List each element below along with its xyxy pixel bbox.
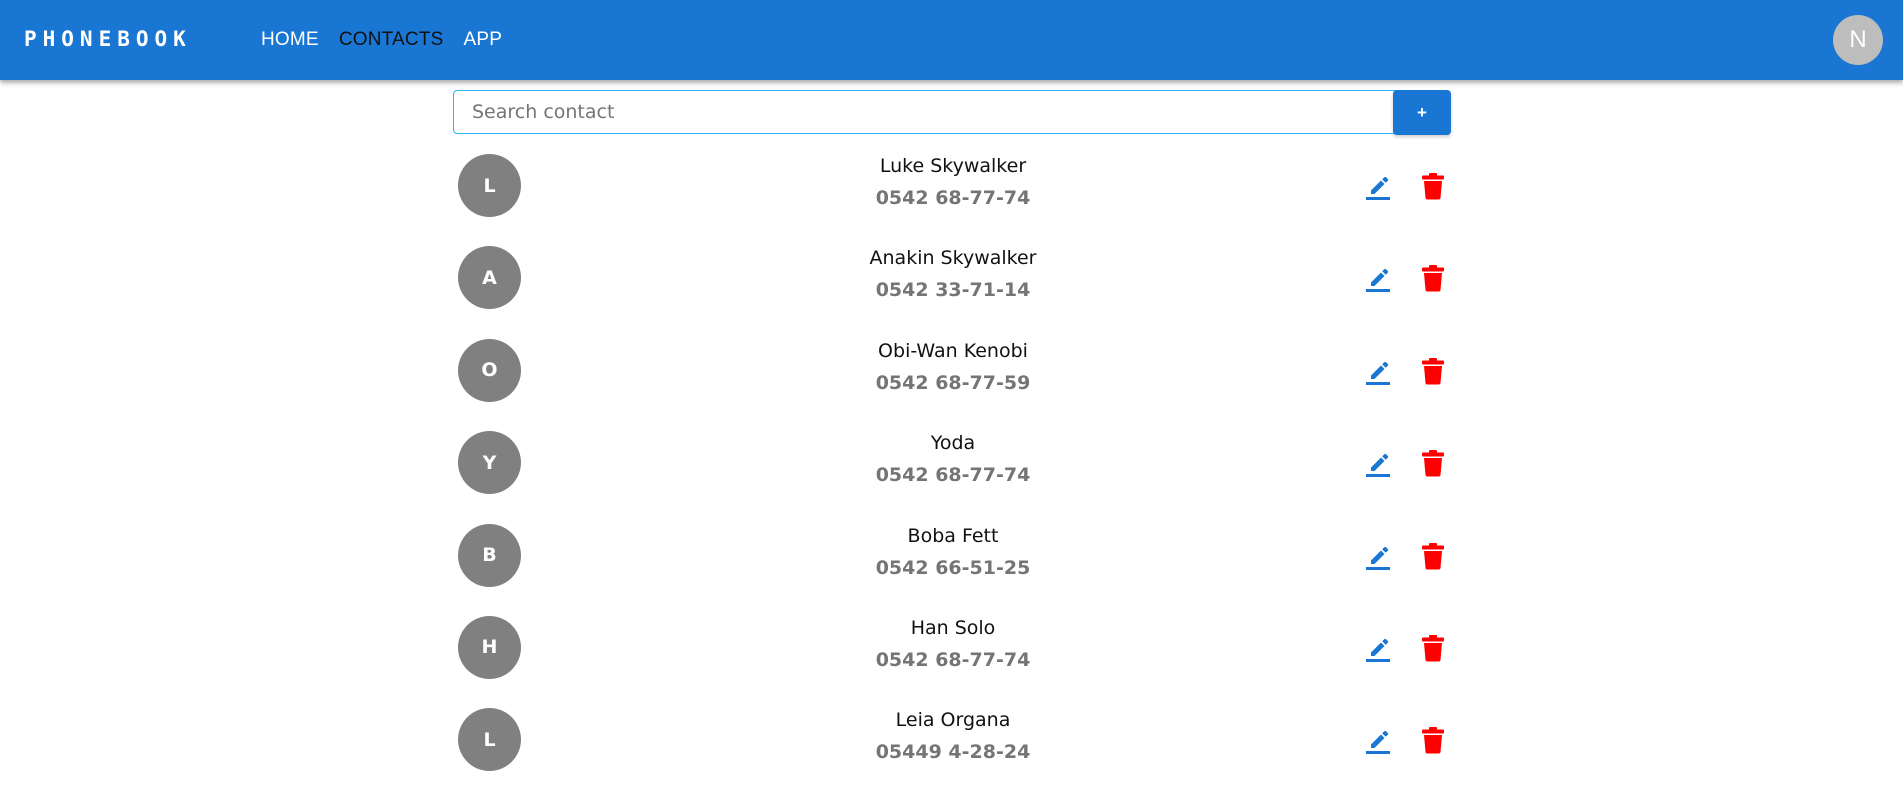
contact-info: Yoda 0542 68-77-74 [743, 431, 1163, 487]
pencil-icon [1366, 269, 1390, 293]
search-input[interactable] [453, 90, 1435, 134]
contact-row[interactable]: Y Yoda 0542 68-77-74 [453, 431, 1453, 523]
contact-row[interactable]: O Obi-Wan Kenobi 0542 68-77-59 [453, 338, 1453, 431]
nav-app[interactable]: APP [464, 29, 503, 51]
edit-contact-button[interactable] [1364, 449, 1392, 478]
trash-icon [1422, 357, 1444, 385]
edit-contact-button[interactable] [1364, 634, 1392, 662]
contact-phone: 0542 68-77-59 [875, 371, 1031, 394]
contact-name: Obi-Wan Kenobi [878, 339, 1028, 362]
delete-contact-button[interactable] [1419, 541, 1447, 571]
edit-contact-button[interactable] [1364, 726, 1392, 755]
contact-row[interactable]: H Han Solo 0542 68-77-74 [453, 615, 1453, 708]
contact-name: Luke Skywalker [879, 155, 1027, 177]
contact-name: Anakin Skywalker [869, 247, 1037, 270]
trash-icon [1422, 727, 1444, 754]
edit-contact-button[interactable] [1364, 357, 1392, 385]
contact-phone: 05449 4-28-24 [875, 741, 1031, 764]
contact-phone: 0542 68-77-74 [875, 648, 1031, 671]
contact-avatar: L [458, 708, 521, 772]
user-avatar[interactable]: N [1833, 15, 1883, 65]
app-bar: PHONEBOOK HOME CONTACTS APP N [0, 0, 1903, 80]
contact-avatar: L [458, 154, 521, 217]
pencil-icon [1366, 546, 1390, 570]
edit-contact-button[interactable] [1364, 542, 1392, 570]
trash-icon [1422, 542, 1444, 570]
contact-name: Leia Organa [895, 709, 1011, 732]
edit-contact-button[interactable] [1364, 172, 1392, 200]
contact-row[interactable]: L Luke Skywalker 0542 68-77-74 [453, 154, 1453, 246]
delete-contact-button[interactable] [1419, 171, 1447, 201]
pencil-icon [1366, 176, 1390, 200]
pencil-icon [1366, 361, 1390, 385]
delete-contact-button[interactable] [1419, 356, 1447, 386]
app-logo[interactable]: PHONEBOOK [24, 27, 192, 51]
contact-info: Han Solo 0542 68-77-74 [743, 616, 1163, 672]
contact-name: Yoda [930, 432, 976, 455]
contact-info: Obi-Wan Kenobi 0542 68-77-59 [743, 339, 1163, 395]
delete-contact-button[interactable] [1419, 725, 1447, 755]
main-nav: HOME CONTACTS APP [261, 29, 522, 51]
contact-row[interactable]: L Leia Organa 05449 4-28-24 [453, 708, 1453, 800]
add-contact-button[interactable]: + [1393, 90, 1451, 135]
trash-icon [1422, 173, 1444, 200]
contact-row[interactable]: B Boba Fett 0542 66-51-25 [453, 523, 1453, 616]
nav-home[interactable]: HOME [261, 29, 319, 51]
contact-info: Boba Fett 0542 66-51-25 [743, 524, 1163, 580]
contact-row[interactable]: A Anakin Skywalker 0542 33-71-14 [453, 246, 1453, 338]
trash-icon [1422, 450, 1444, 477]
contact-info: Anakin Skywalker 0542 33-71-14 [743, 246, 1163, 302]
contact-avatar: A [458, 246, 521, 310]
contact-name: Han Solo [910, 616, 996, 639]
delete-contact-button[interactable] [1419, 448, 1447, 478]
trash-icon [1422, 265, 1444, 292]
contact-name: Boba Fett [907, 524, 999, 547]
contact-phone: 0542 68-77-74 [875, 187, 1031, 209]
pencil-icon [1366, 731, 1390, 755]
contact-avatar: B [458, 523, 521, 587]
contact-info: Leia Organa 05449 4-28-24 [743, 708, 1163, 764]
nav-contacts[interactable]: CONTACTS [339, 29, 444, 51]
contact-avatar: Y [458, 431, 521, 495]
contact-list: L Luke Skywalker 0542 68-77-74 A Anakin Skyw… [453, 154, 1453, 801]
pencil-icon [1366, 638, 1390, 662]
trash-icon [1422, 634, 1444, 662]
contact-avatar: O [458, 338, 521, 402]
contact-info: Luke Skywalker 0542 68-77-74 [743, 154, 1163, 210]
pencil-icon [1366, 453, 1390, 478]
contact-phone: 0542 66-51-25 [875, 556, 1031, 579]
contact-phone: 0542 33-71-14 [875, 279, 1031, 302]
delete-contact-button[interactable] [1419, 263, 1447, 293]
search-bar: + [453, 90, 1453, 136]
contact-avatar: H [458, 615, 521, 679]
contacts-page: + L Luke Skywalker 0542 68-77-74 A Anakin Sk… [453, 90, 1453, 772]
delete-contact-button[interactable] [1419, 633, 1447, 663]
contact-phone: 0542 68-77-74 [875, 464, 1031, 487]
edit-contact-button[interactable] [1364, 264, 1392, 293]
